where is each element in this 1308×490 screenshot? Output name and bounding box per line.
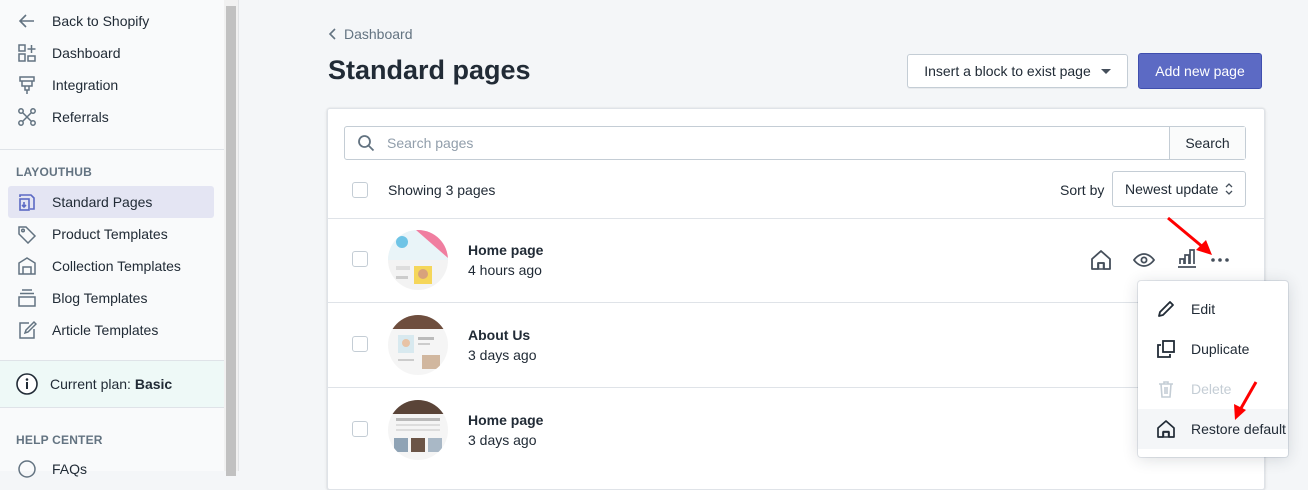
sort-label: Sort by [1060, 182, 1105, 198]
scrollbar-thumb[interactable] [226, 6, 236, 476]
sidebar-item-label: Referrals [52, 109, 109, 125]
pages-card: Search Showing 3 pages Sort by Newest up… [327, 108, 1265, 490]
more-horizontal-icon[interactable] [1208, 248, 1232, 272]
table-row[interactable]: Home page 4 hours ago [328, 218, 1264, 302]
plan-label: Current plan: [50, 376, 131, 392]
sidebar-item-label: FAQs [52, 461, 88, 477]
page-title: Standard pages [328, 55, 531, 85]
duplicate-icon [1157, 340, 1175, 358]
sidebar-item-collection-templates[interactable]: Collection Templates [8, 250, 214, 282]
add-new-page-button[interactable]: Add new page [1138, 53, 1262, 89]
sidebar-item-faqs[interactable]: FAQs [8, 453, 214, 485]
tag-icon [16, 223, 38, 245]
chevron-left-icon [328, 28, 336, 40]
sidebar-item-referrals[interactable]: Referrals [8, 101, 214, 133]
standard-pages-icon [16, 191, 38, 213]
menu-item-edit[interactable]: Edit [1138, 289, 1288, 329]
trash-icon [1159, 381, 1173, 398]
insert-block-label: Insert a block to exist page [924, 63, 1091, 79]
sidebar-item-label: Product Templates [52, 226, 168, 242]
page-thumbnail [388, 315, 448, 375]
collection-icon [16, 255, 38, 277]
sidebar-item-label: Back to Shopify [52, 13, 150, 29]
plan-value: Basic [134, 376, 173, 392]
set-home-icon[interactable] [1089, 248, 1113, 272]
row-checkbox[interactable] [352, 421, 368, 437]
sidebar-item-label: Integration [52, 77, 119, 93]
section-heading-layouthub: LAYOUTHUB [16, 165, 93, 179]
section-heading-help-center: HELP CENTER [16, 433, 103, 447]
table-row[interactable]: About Us 3 days ago [328, 303, 1264, 387]
question-icon [16, 458, 38, 480]
row-title[interactable]: Home page [468, 412, 543, 428]
row-title[interactable]: About Us [468, 327, 530, 343]
menu-item-label: Restore default [1191, 421, 1286, 437]
row-updated: 3 days ago [468, 432, 537, 448]
arrow-left-icon [16, 10, 38, 32]
pencil-icon [1158, 301, 1174, 317]
sort-value: Newest update [1125, 181, 1219, 197]
breadcrumb[interactable]: Dashboard [328, 26, 413, 42]
sidebar-scrollbar[interactable] [224, 0, 239, 476]
select-arrows-icon [1225, 183, 1233, 195]
table-row[interactable]: Home page 3 days ago [328, 388, 1264, 472]
sidebar-item-label: Dashboard [52, 45, 121, 61]
analytics-icon[interactable] [1175, 246, 1199, 270]
sidebar-item-standard-pages[interactable]: Standard Pages [8, 186, 214, 218]
menu-item-label: Duplicate [1191, 341, 1250, 357]
insert-block-button[interactable]: Insert a block to exist page [907, 54, 1128, 88]
search-icon [358, 135, 375, 152]
sidebar-item-back-to-shopify[interactable]: Back to Shopify [8, 5, 214, 37]
select-all-checkbox[interactable] [352, 182, 368, 198]
sidebar-divider [0, 149, 224, 150]
menu-item-duplicate[interactable]: Duplicate [1138, 329, 1288, 369]
sidebar-item-dashboard[interactable]: Dashboard [8, 37, 214, 69]
menu-item-restore-default[interactable]: Restore default [1138, 409, 1288, 449]
page-thumbnail [388, 230, 448, 290]
info-icon [16, 373, 38, 395]
referrals-icon [16, 106, 38, 128]
search-input[interactable] [385, 127, 1169, 159]
sidebar-item-integration[interactable]: Integration [8, 69, 214, 101]
row-checkbox[interactable] [352, 336, 368, 352]
sidebar: Back to Shopify Dashboard Integration Re… [0, 0, 225, 478]
sidebar-item-product-templates[interactable]: Product Templates [8, 218, 214, 250]
sidebar-item-label: Blog Templates [52, 290, 148, 306]
row-actions-menu: Edit Duplicate Delete Restore default [1138, 281, 1288, 457]
showing-count: Showing 3 pages [388, 182, 496, 198]
row-title[interactable]: Home page [468, 242, 543, 258]
sidebar-item-label: Article Templates [52, 322, 159, 338]
caret-down-icon [1100, 68, 1111, 74]
sidebar-item-blog-templates[interactable]: Blog Templates [8, 282, 214, 314]
breadcrumb-label: Dashboard [344, 26, 413, 42]
eye-icon[interactable] [1132, 248, 1156, 272]
row-checkbox[interactable] [352, 251, 368, 267]
menu-item-label: Delete [1191, 381, 1232, 397]
row-updated: 4 hours ago [468, 262, 542, 278]
sidebar-item-label: Standard Pages [52, 194, 153, 210]
integration-icon [16, 74, 38, 96]
search-bar: Search [344, 126, 1246, 160]
article-icon [16, 319, 38, 341]
sort-select[interactable]: Newest update [1112, 171, 1246, 207]
search-button[interactable]: Search [1169, 127, 1245, 159]
home-icon [1157, 420, 1175, 438]
page-thumbnail [388, 400, 448, 460]
sidebar-item-label: Collection Templates [52, 258, 181, 274]
row-updated: 3 days ago [468, 347, 537, 363]
menu-item-delete: Delete [1138, 369, 1288, 409]
menu-item-label: Edit [1191, 301, 1216, 317]
sidebar-item-article-templates[interactable]: Article Templates [8, 314, 214, 346]
dashboard-icon [16, 42, 38, 64]
blog-icon [16, 287, 38, 309]
current-plan: Current plan: Basic [0, 360, 224, 408]
